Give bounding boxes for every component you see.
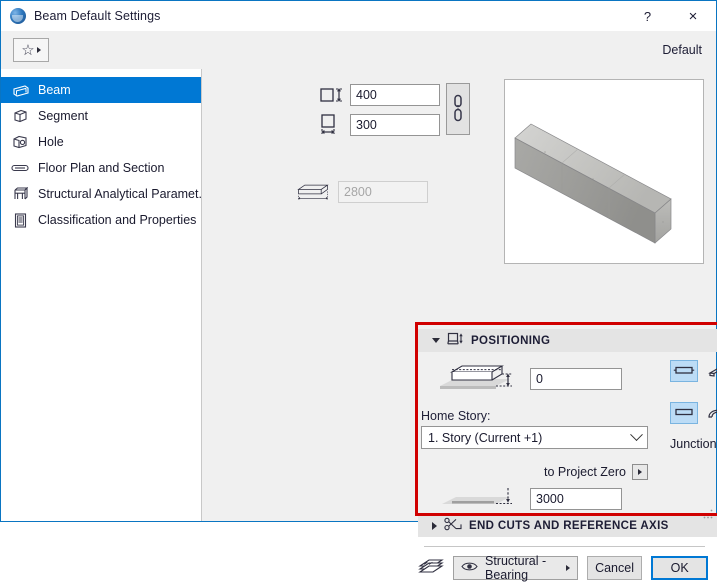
structural-analytical-icon [11,186,29,202]
chevron-right-icon [36,47,41,53]
length-row [296,181,428,203]
layer-select[interactable]: Structural - Bearing [453,554,578,582]
favorites-button[interactable]: ☆ [13,38,49,62]
slope-toggle-row: α [670,360,717,382]
curved-beam-icon [707,404,717,423]
chevron-right-icon [432,521,437,530]
window-title: Beam Default Settings [34,9,161,23]
sidebar-item-structural-analytical-parameters[interactable]: Structural Analytical Paramet... [1,181,201,207]
project-zero-icon [436,484,524,513]
curve-toggle-row [670,402,717,424]
sidebar-item-floor-plan-and-section[interactable]: Floor Plan and Section [1,155,201,181]
sidebar-item-hole[interactable]: Hole [1,129,201,155]
beam-length-icon [296,181,330,203]
horizontal-beam-icon [673,363,695,380]
height-row [316,83,440,107]
home-story-select[interactable]: 1. Story (Current +1) [421,426,648,449]
sidebar-item-segment[interactable]: Segment [1,103,201,129]
sidebar-item-beam[interactable]: Beam [1,77,201,103]
home-story-value: 1. Story (Current +1) [428,430,543,445]
straight-beam-toggle[interactable] [670,402,698,424]
floor-plan-icon [11,160,29,176]
project-zero-input[interactable] [530,487,622,510]
sidebar-item-classification-and-properties[interactable]: Classification and Properties [1,207,201,233]
window-controls: ? × [625,1,716,31]
star-icon: ☆ [21,41,35,59]
dimension-fields [316,83,440,143]
dialog-body: Beam Segment Hole Floor Plan and Section… [1,69,717,582]
sidebar-item-label: Floor Plan and Section [38,161,165,175]
default-label: Default [662,43,702,57]
sidebar-item-label: Hole [38,135,64,149]
settings-content: POSITIONING [202,69,717,582]
beam-elevation-icon [436,360,524,397]
positioning-left-column: Home Story: 1. Story (Current +1) to Pro… [418,346,658,513]
sloped-beam-toggle[interactable] [705,360,717,382]
positioning-title: POSITIONING [471,334,551,347]
sloped-beam-icon [707,362,717,381]
elevation-input[interactable] [530,367,622,390]
beam-icon [11,82,29,98]
help-button[interactable]: ? [625,1,670,31]
project-zero-label: to Project Zero [544,465,626,479]
sidebar-item-label: Classification and Properties [38,213,197,227]
title-bar: Beam Default Settings ? × [1,1,716,31]
junction-order-label: Junction Order: [670,437,717,451]
beam-length-input [338,181,428,203]
toolbar-strip: ☆ Default [1,31,716,69]
curved-beam-toggle[interactable] [705,402,717,424]
sidebar-item-label: Segment [38,109,89,123]
layers-icon [418,557,444,580]
layer-value: Structural - Bearing [485,554,547,582]
ok-button[interactable]: OK [651,556,708,580]
beam-height-input[interactable] [350,84,440,106]
positioning-body: Home Story: 1. Story (Current +1) to Pro… [418,346,717,513]
eye-icon [461,561,478,575]
horizontal-beam-toggle[interactable] [670,360,698,382]
chevron-down-icon [630,428,643,442]
chevron-right-icon [638,469,642,475]
chevron-right-icon [565,565,570,571]
beam-width-input[interactable] [350,114,440,136]
project-zero-value-row [436,484,658,513]
end-cuts-section-header[interactable]: END CUTS AND REFERENCE AXIS [418,514,717,537]
footer-divider [424,546,705,547]
cancel-button[interactable]: Cancel [586,556,643,580]
beam-3d-preview[interactable] [504,79,704,264]
project-zero-row: to Project Zero [421,464,648,480]
settings-sidebar: Beam Segment Hole Floor Plan and Section… [1,69,202,521]
height-dimension-icon [316,84,350,106]
home-story-label: Home Story: [421,409,491,423]
beam-default-settings-dialog: Beam Default Settings ? × ☆ Default Beam… [0,0,717,582]
dialog-footer: Structural - Bearing Cancel OK [418,554,708,582]
sidebar-item-label: Beam [38,83,71,97]
classification-icon [11,212,29,228]
link-dimensions-button[interactable] [446,83,470,135]
elevation-row [436,360,658,397]
scissors-icon [444,517,462,534]
chain-link-icon [452,93,464,126]
segment-icon [11,108,29,124]
sidebar-item-label: Structural Analytical Paramet... [38,187,201,201]
app-icon [10,8,26,24]
resize-grip[interactable] [703,509,713,519]
width-row [316,113,440,137]
project-zero-options-button[interactable] [632,464,648,480]
chevron-down-icon [432,338,440,343]
straight-beam-icon [673,406,695,421]
width-dimension-icon [316,114,350,136]
positioning-right-column: α [670,346,717,482]
hole-icon [11,134,29,150]
end-cuts-title: END CUTS AND REFERENCE AXIS [469,519,669,532]
close-button[interactable]: × [670,1,716,31]
